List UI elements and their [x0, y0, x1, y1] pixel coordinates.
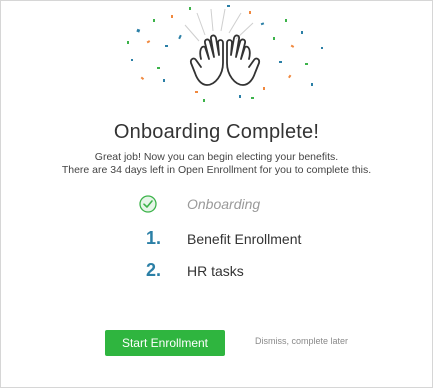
- intro-text: Great job! Now you can begin electing yo…: [1, 151, 432, 177]
- step-number: 1.: [145, 228, 161, 248]
- step-label: Benefit Enrollment: [187, 231, 302, 247]
- step-benefit-enrollment: 1. Benefit Enrollment: [131, 226, 391, 254]
- step-label: Onboarding: [187, 196, 261, 212]
- step-marker: 2.: [131, 258, 161, 286]
- intro-line-1: Great job! Now you can begin electing yo…: [94, 151, 339, 163]
- start-enrollment-button[interactable]: Start Enrollment: [105, 330, 225, 356]
- step-label: HR tasks: [187, 263, 244, 279]
- onboarding-complete-card: Onboarding Complete! Great job! Now you …: [0, 0, 433, 388]
- step-onboarding: Onboarding: [131, 191, 391, 219]
- confetti-graphic: [127, 5, 323, 102]
- dismiss-link[interactable]: Dismiss, complete later: [255, 336, 348, 346]
- step-marker: [131, 191, 161, 219]
- check-icon: [139, 195, 157, 213]
- confetti-pieces: [127, 5, 323, 102]
- celebration-illustration: [101, 1, 341, 111]
- burst-lines: [184, 8, 254, 42]
- intro-line-2: There are 34 days left in Open Enrollmen…: [61, 164, 372, 176]
- step-marker: 1.: [131, 226, 161, 254]
- page-title: Onboarding Complete!: [113, 121, 320, 143]
- step-hr-tasks: 2. HR tasks: [131, 258, 391, 286]
- step-number: 2.: [145, 260, 161, 280]
- high-five-hands-icon: [189, 34, 261, 86]
